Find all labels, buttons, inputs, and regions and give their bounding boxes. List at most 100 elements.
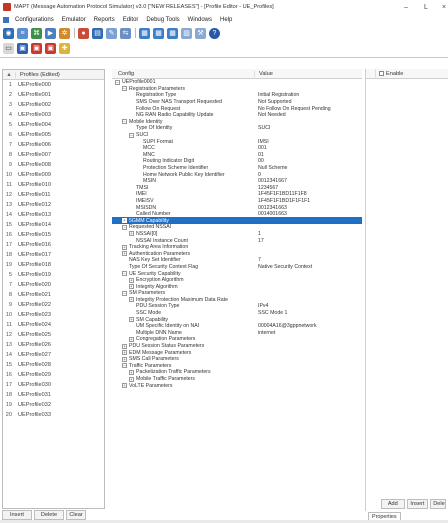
profile-row[interactable]: 12 UEProfile025 xyxy=(3,330,104,340)
tree-row[interactable]: + Authentication Parameters xyxy=(112,250,362,257)
edit-icon[interactable]: ✎ xyxy=(106,27,117,39)
tree-row-value[interactable]: SUCI xyxy=(254,125,362,131)
enable-checkbox[interactable] xyxy=(379,71,384,76)
profile-row[interactable]: 15 UEProfile014 xyxy=(3,220,104,230)
menu-editor[interactable]: Editor xyxy=(119,17,143,23)
open-icon[interactable]: ◉ xyxy=(3,27,14,39)
profile-row[interactable]: 8 UEProfile007 xyxy=(3,150,104,160)
collapse-icon[interactable]: − xyxy=(129,132,134,138)
expand-icon[interactable]: + xyxy=(129,297,134,303)
profile-row[interactable]: 16 UEProfile015 xyxy=(3,230,104,240)
profile-row[interactable]: 14 UEProfile013 xyxy=(3,210,104,220)
expand-icon[interactable]: + xyxy=(129,369,134,375)
menu-debug-tools[interactable]: Debug Tools xyxy=(142,17,183,23)
menu-configurations[interactable]: Configurations xyxy=(11,17,58,23)
profile-row[interactable]: 13 UEProfile012 xyxy=(3,200,104,210)
clear-profile-button[interactable]: Clear xyxy=(66,510,86,520)
new-profile-icon[interactable]: ▭ xyxy=(3,42,14,54)
expand-icon[interactable]: + xyxy=(122,383,127,389)
tree-row[interactable]: NG RAN Radio Capability Update Not Needed xyxy=(112,112,362,119)
help-icon[interactable]: ? xyxy=(209,27,220,39)
tree-row[interactable]: SMS Over NAS Transport Requested Not Supp… xyxy=(112,99,362,106)
profile-row[interactable]: 6 UEProfile005 xyxy=(3,130,104,140)
expand-icon[interactable]: + xyxy=(129,277,134,283)
tree-row-value[interactable]: 1234567 xyxy=(254,185,362,191)
profile-row[interactable]: 5 UEProfile019 xyxy=(3,270,104,280)
tree-row[interactable]: TMSI 1234567 xyxy=(112,185,362,192)
report-icon[interactable]: ▦ xyxy=(139,27,150,39)
tree-row[interactable]: Multiple DNN Name internet xyxy=(112,330,362,337)
tree-row[interactable]: + NSSAI[0] 1 xyxy=(112,231,362,238)
tree-row[interactable]: SUPI Format IMSI xyxy=(112,138,362,145)
tree-row[interactable]: PDU Session Type IPv4 xyxy=(112,303,362,310)
tree-row[interactable]: + Tracking Area Information xyxy=(112,244,362,251)
tree-row[interactable]: − Traffic Parameters xyxy=(112,363,362,370)
tree-row[interactable]: UM Specific Identity on NAI 00004A16@3gpp… xyxy=(112,323,362,330)
tree-row-value[interactable]: Not Needed xyxy=(254,112,362,118)
menu-emulator[interactable]: Emulator xyxy=(58,17,90,23)
report3-icon[interactable]: ▦ xyxy=(167,27,178,39)
tree-row-value[interactable]: 00 xyxy=(254,158,362,164)
tree-row[interactable]: MNC 01 xyxy=(112,152,362,159)
tree-row[interactable]: − SUCI xyxy=(112,132,362,139)
expand-icon[interactable]: + xyxy=(122,343,127,349)
tree-row[interactable]: MSISDN 0012341663 xyxy=(112,204,362,211)
tree-row-value[interactable]: 01 xyxy=(254,152,362,158)
tools-icon[interactable]: ⚒ xyxy=(195,27,206,39)
expand-icon[interactable]: + xyxy=(122,218,127,224)
tree-row[interactable]: − Requested NSSAI xyxy=(112,224,362,231)
add-button[interactable]: Add xyxy=(381,499,405,509)
profiles-column-title[interactable]: Profiles (Edited) xyxy=(15,71,104,78)
close-button[interactable]: × xyxy=(438,1,448,13)
expand-icon[interactable]: + xyxy=(129,231,134,237)
profile-row[interactable]: 19 UEProfile018 xyxy=(3,260,104,270)
report2-icon[interactable]: ▦ xyxy=(153,27,164,39)
tree-row-value[interactable]: No Follow On Request Pending xyxy=(254,106,362,112)
delete-button[interactable]: Delete xyxy=(430,499,446,509)
tree-row[interactable]: + Mobile Traffic Parameters xyxy=(112,376,362,383)
tree-row-value[interactable]: 0014001663 xyxy=(254,211,362,217)
collapse-icon[interactable]: − xyxy=(122,271,127,277)
tree-row[interactable]: Type Of Security Context Flag Native Secu… xyxy=(112,264,362,271)
import-icon[interactable]: ✚ xyxy=(59,42,70,54)
tree-row[interactable]: + Encryption Algorithm xyxy=(112,277,362,284)
collapse-icon[interactable]: − xyxy=(122,86,127,92)
network-icon[interactable]: ⌘ xyxy=(31,27,42,39)
profile-row[interactable]: 19 UEProfile032 xyxy=(3,400,104,410)
profile-row[interactable]: 2 UEProfile001 xyxy=(3,90,104,100)
profile-row[interactable]: 9 UEProfile008 xyxy=(3,160,104,170)
tree-row[interactable]: Protection Scheme Identifier Null Scheme xyxy=(112,165,362,172)
profile-row[interactable]: 11 UEProfile024 xyxy=(3,320,104,330)
tree-row[interactable]: Type Of Identity SUCI xyxy=(112,125,362,132)
expand-icon[interactable]: + xyxy=(122,251,127,257)
compare-icon[interactable]: ⇆ xyxy=(120,27,131,39)
menu-help[interactable]: Help xyxy=(216,17,236,23)
tree-row[interactable]: + Packetization Traffic Parameters xyxy=(112,369,362,376)
tree-row-value[interactable]: SSC Mode 1 xyxy=(254,310,362,316)
collapse-icon[interactable]: − xyxy=(122,363,127,369)
export-icon[interactable]: ▣ xyxy=(45,42,56,54)
tree-row-value[interactable]: 0 xyxy=(254,172,362,178)
profile-row[interactable]: 17 UEProfile030 xyxy=(3,380,104,390)
expand-icon[interactable]: + xyxy=(129,336,134,342)
tree-row-value[interactable]: 001 xyxy=(254,145,362,151)
tree-row[interactable]: − SM Parameters xyxy=(112,290,362,297)
profile-row[interactable]: 18 UEProfile031 xyxy=(3,390,104,400)
play-icon[interactable]: ▶ xyxy=(45,27,56,39)
tree-row-value[interactable]: 00004A16@3gppnetwork xyxy=(254,323,362,329)
tree-row-value[interactable]: Native Security Context xyxy=(254,264,362,270)
profile-row[interactable]: 16 UEProfile029 xyxy=(3,370,104,380)
tree-row-value[interactable]: 1F45F1F1BD1F1F1F1 xyxy=(254,198,362,204)
profile-row[interactable]: 17 UEProfile016 xyxy=(3,240,104,250)
profile-row[interactable]: 9 UEProfile022 xyxy=(3,300,104,310)
chart-icon[interactable]: ▥ xyxy=(181,27,192,39)
restore-button[interactable]: L xyxy=(420,1,432,13)
menu-reports[interactable]: Reports xyxy=(90,17,119,23)
collapse-icon[interactable]: − xyxy=(115,79,120,85)
delete-profile-button[interactable]: Delete xyxy=(34,510,64,520)
tree-row-value[interactable]: 1F45F1F1BD11F1F8 xyxy=(254,191,362,197)
profile-row[interactable]: 8 UEProfile021 xyxy=(3,290,104,300)
profile-row[interactable]: 14 UEProfile027 xyxy=(3,350,104,360)
tree-row-value[interactable]: IMSI xyxy=(254,139,362,145)
tree-row-value[interactable]: Null Scheme xyxy=(254,165,362,171)
